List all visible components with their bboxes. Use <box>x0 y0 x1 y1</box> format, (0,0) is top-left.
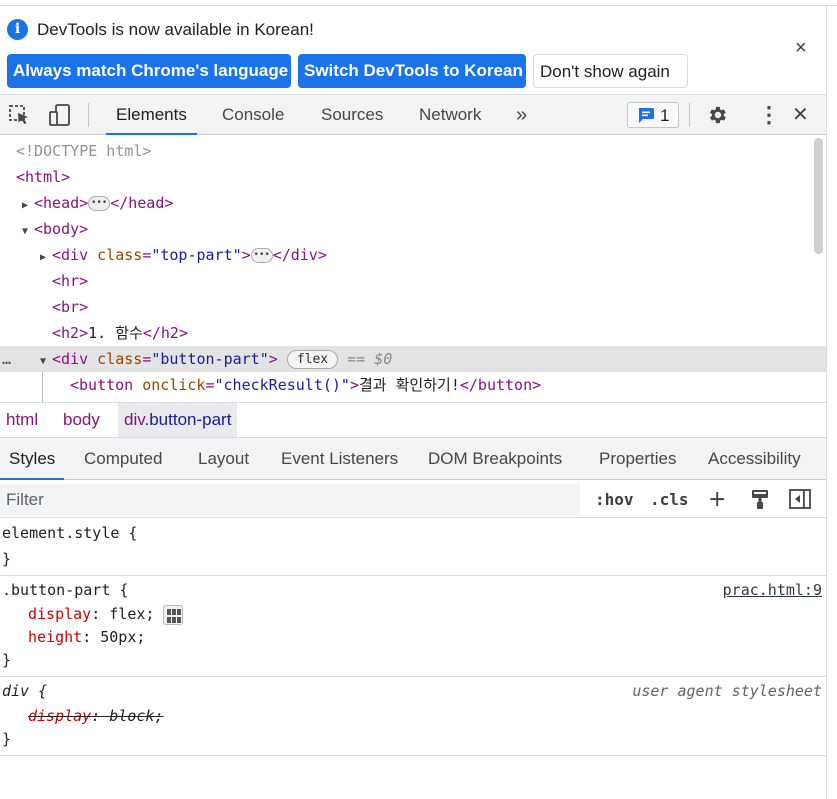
breadcrumb: html body div.button-part <box>0 402 826 438</box>
user-agent-stylesheet-label: user agent stylesheet <box>632 682 822 700</box>
breadcrumb-html[interactable]: html <box>0 403 44 437</box>
div-selector[interactable]: div { <box>2 680 47 702</box>
always-match-language-button[interactable]: Always match Chrome's language <box>7 54 291 88</box>
dom-div-button-part[interactable]: ▼ <div class="button-part"> flex == $0 <box>40 346 392 372</box>
collapse-triangle-icon[interactable]: ▼ <box>22 219 34 245</box>
issues-count: 1 <box>660 106 670 125</box>
styles-filter-bar: :hov .cls + <box>0 481 826 518</box>
button-part-selector[interactable]: .button-part { <box>2 579 128 601</box>
tab-event-listeners[interactable]: Event Listeners <box>272 438 407 480</box>
declaration-display-flex[interactable]: display: flex; <box>28 603 184 625</box>
new-style-rule-icon[interactable]: + <box>708 486 726 513</box>
flex-badge[interactable]: flex <box>286 350 339 369</box>
tab-properties[interactable]: Properties <box>590 438 685 480</box>
selected-node-marker: == $0 <box>347 350 393 368</box>
collapsed-content-icon[interactable]: ••• <box>250 248 273 263</box>
rule-close-brace: } <box>2 651 12 669</box>
declaration-height[interactable]: height: 50px; <box>28 626 145 648</box>
tab-dom-breakpoints[interactable]: DOM Breakpoints <box>419 438 571 480</box>
main-toolbar: Elements Console Sources Network » 1 ⋮ ✕ <box>0 94 826 135</box>
dont-show-again-button[interactable]: Don't show again <box>533 54 688 88</box>
toolbar-divider <box>88 103 89 127</box>
element-style-selector[interactable]: element.style { <box>2 522 137 544</box>
dom-doctype[interactable]: <!DOCTYPE html> <box>16 138 151 164</box>
tab-elements[interactable]: Elements <box>106 95 197 135</box>
inspect-element-icon[interactable] <box>8 104 32 126</box>
tab-layout[interactable]: Layout <box>189 438 258 480</box>
rule-close-brace: } <box>2 550 12 568</box>
dom-hr-node[interactable]: <hr> <box>52 268 88 294</box>
switch-to-korean-button[interactable]: Switch DevTools to Korean <box>298 54 526 88</box>
toolbar-divider <box>689 103 690 127</box>
toggle-hover-state-button[interactable]: :hov <box>595 486 634 513</box>
settings-gear-icon[interactable] <box>705 104 729 126</box>
rule-div-user-agent: div { user agent stylesheet display: blo… <box>0 677 826 756</box>
dom-br-node[interactable]: <br> <box>52 294 88 320</box>
styles-pane: element.style { } .button-part { prac.ht… <box>0 519 826 799</box>
vertical-scrollbar[interactable] <box>826 6 837 799</box>
breadcrumb-body[interactable]: body <box>57 403 106 437</box>
toggle-class-button[interactable]: .cls <box>650 486 689 513</box>
infobar-message: DevTools is now available in Korean! <box>37 20 314 39</box>
rule-button-part: .button-part { prac.html:9 display: flex… <box>0 576 826 677</box>
tab-network[interactable]: Network <box>409 95 491 135</box>
issues-counter-button[interactable]: 1 <box>627 102 679 128</box>
flexbox-editor-icon[interactable] <box>163 604 184 625</box>
dom-scrollbar-thumb[interactable] <box>814 138 823 254</box>
tab-computed[interactable]: Computed <box>75 438 171 480</box>
toggle-sidebar-icon[interactable] <box>789 489 811 509</box>
language-infobar: i DevTools is now available in Korean! ×… <box>0 7 826 93</box>
tab-styles[interactable]: Styles <box>0 438 65 480</box>
sidebar-tabs: Styles Computed Layout Event Listeners D… <box>0 438 826 480</box>
node-actions-ellipsis[interactable]: … <box>2 346 11 372</box>
dom-body-node[interactable]: ▼ <body> <box>22 216 88 242</box>
dom-head-node[interactable]: ▶ <head> ••• </head> <box>22 190 173 216</box>
tab-console[interactable]: Console <box>212 95 294 135</box>
window-top-edge <box>0 0 837 6</box>
declaration-display-block-overridden[interactable]: display: block; <box>28 705 163 727</box>
device-toolbar-icon[interactable] <box>48 104 72 126</box>
rule-element-style: element.style { } <box>0 519 826 576</box>
breadcrumb-div-button-part[interactable]: div.button-part <box>118 403 238 437</box>
close-devtools-icon[interactable]: ✕ <box>782 95 819 135</box>
issues-icon <box>638 108 654 123</box>
info-icon: i <box>7 19 28 40</box>
styles-filter-input[interactable] <box>0 484 580 515</box>
rule-close-brace: } <box>2 730 12 748</box>
indent-guide <box>42 372 43 402</box>
expand-triangle-icon[interactable]: ▶ <box>40 245 52 271</box>
dom-h2-node[interactable]: <h2>1. 함수</h2> <box>52 320 188 346</box>
collapsed-content-icon[interactable]: ••• <box>88 196 111 211</box>
infobar-close-icon[interactable]: × <box>795 37 807 59</box>
tab-sources[interactable]: Sources <box>311 95 393 135</box>
dom-div-top-part[interactable]: ▶ <div class="top-part"> ••• </div> <box>40 242 327 268</box>
rule-source-link[interactable]: prac.html:9 <box>723 579 822 601</box>
dom-tree: … <!DOCTYPE html> <html> ▶ <head> ••• </hea… <box>0 136 826 402</box>
tab-accessibility[interactable]: Accessibility <box>699 438 810 480</box>
more-tabs-icon[interactable]: » <box>506 95 537 135</box>
element-state-paint-icon[interactable] <box>750 488 770 510</box>
dom-html-node[interactable]: <html> <box>16 164 70 190</box>
dom-button-node[interactable]: <button onclick="checkResult()">결과 확인하기!… <box>70 372 541 398</box>
